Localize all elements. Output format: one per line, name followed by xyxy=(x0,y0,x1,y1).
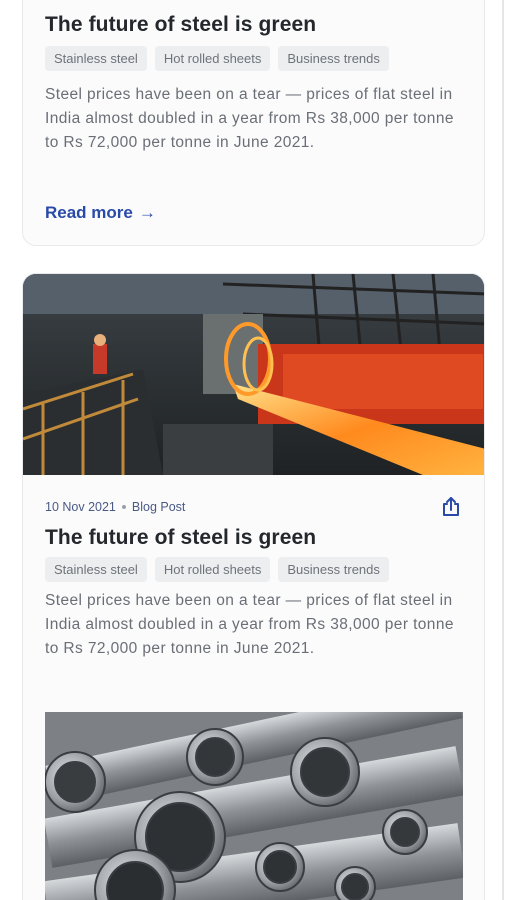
separator-dot xyxy=(121,505,126,509)
tag-list: Stainless steel Hot rolled sheets Busine… xyxy=(45,557,462,582)
article-excerpt: Steel prices have been on a tear — price… xyxy=(45,592,454,657)
steel-pipes-image xyxy=(45,712,463,900)
share-icon[interactable] xyxy=(440,496,462,518)
scrollbar-track[interactable] xyxy=(502,0,504,900)
article-meta: 10 Nov 2021 Blog Post xyxy=(45,500,462,514)
article-card[interactable]: 10 Nov 2021 Blog Post The future of stee… xyxy=(22,273,485,900)
hero-image-steel-mill xyxy=(23,274,484,475)
arrow-right-icon: → xyxy=(138,203,156,222)
tag[interactable]: Business trends xyxy=(278,46,389,71)
article-title[interactable]: The future of steel is green xyxy=(45,13,462,37)
tag[interactable]: Stainless steel xyxy=(45,46,147,71)
tag[interactable]: Hot rolled sheets xyxy=(154,46,271,71)
article-title[interactable]: The future of steel is green xyxy=(45,526,462,550)
article-date: 10 Nov 2021 xyxy=(45,500,116,514)
article-card[interactable]: The future of steel is green Stainless s… xyxy=(22,0,485,246)
article-excerpt: Steel prices have been on a tear — price… xyxy=(45,86,454,151)
tag[interactable]: Business trends xyxy=(278,557,389,582)
tag[interactable]: Hot rolled sheets xyxy=(154,557,271,582)
read-more-link[interactable]: Read more → xyxy=(45,203,156,223)
article-type: Blog Post xyxy=(131,500,186,514)
tag-list: Stainless steel Hot rolled sheets Busine… xyxy=(45,46,462,71)
tag[interactable]: Stainless steel xyxy=(45,557,147,582)
read-more-label: Read more xyxy=(45,203,133,222)
